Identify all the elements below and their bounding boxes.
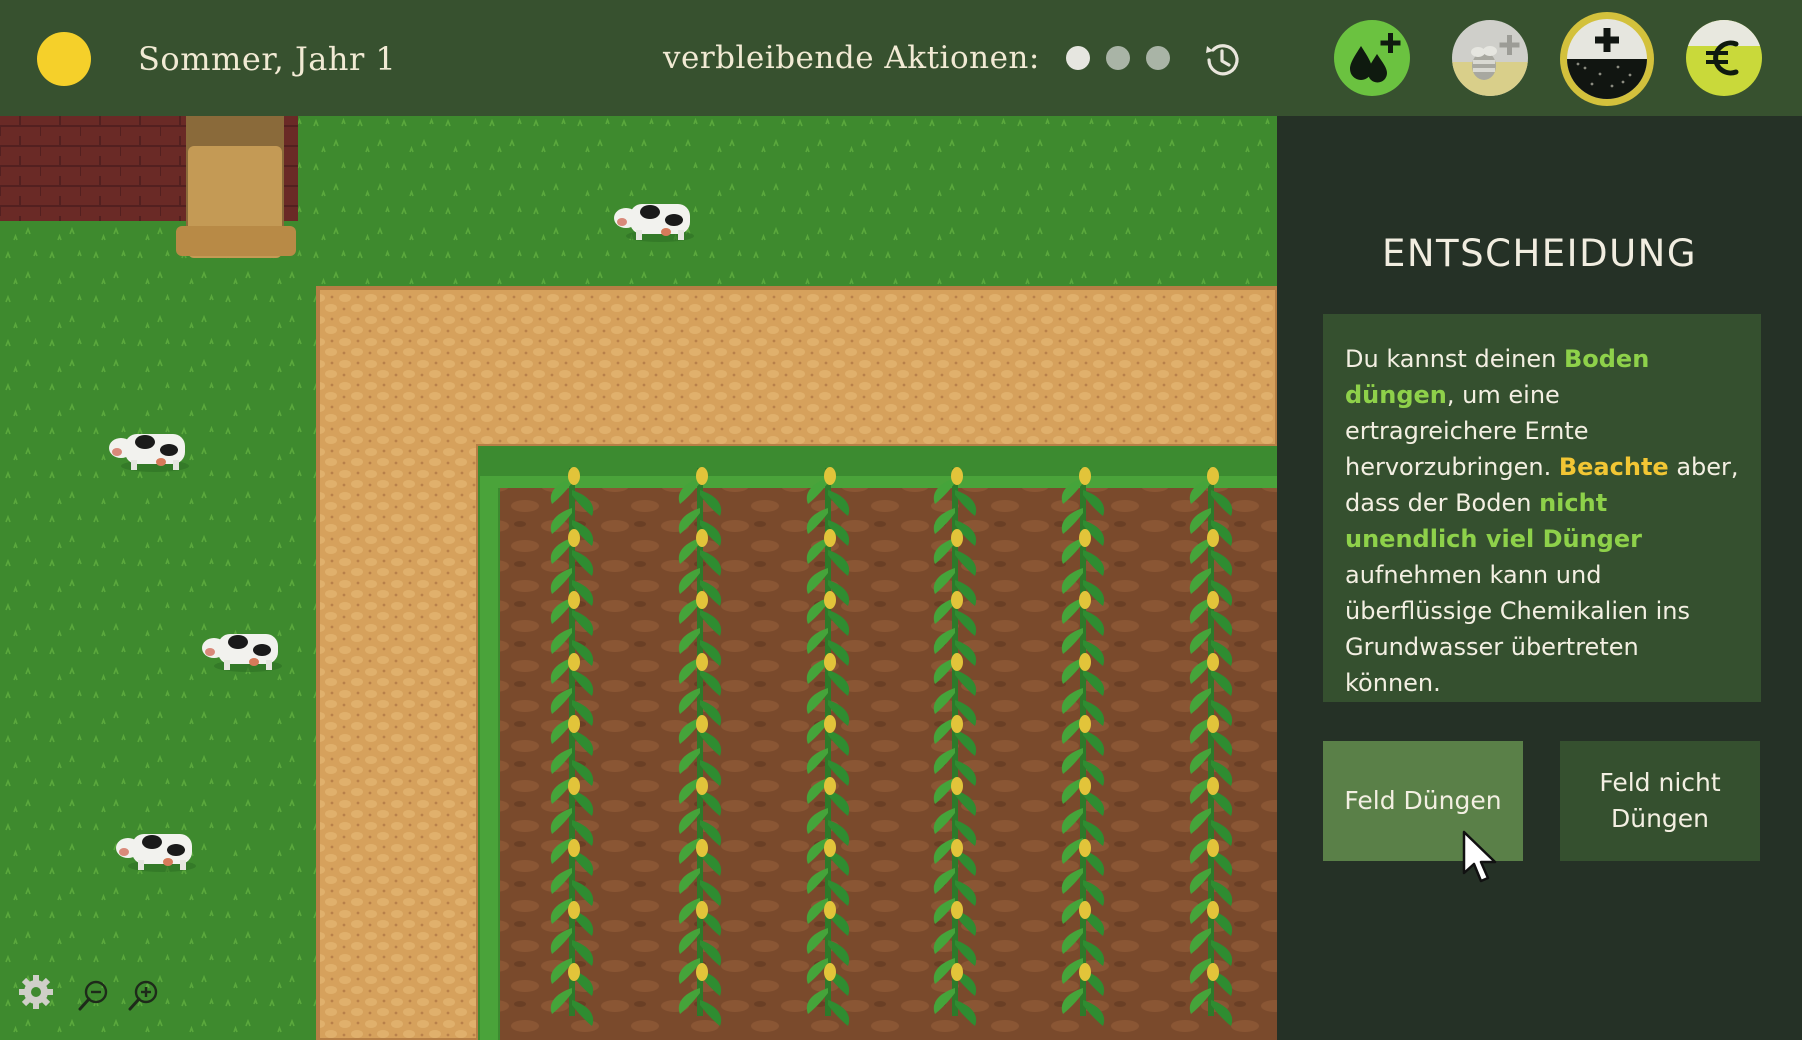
info-text-part: aufnehmen kann und überflüssige Chemikal…: [1345, 561, 1690, 697]
action-dot: [1066, 46, 1090, 70]
info-box: Du kannst deinen Boden düngen, um eine e…: [1323, 314, 1761, 702]
zoom-in-icon[interactable]: [126, 978, 162, 1014]
bee-resource-button[interactable]: [1452, 20, 1528, 96]
season-label: Sommer, Jahr 1: [138, 40, 397, 78]
info-text-part: Du kannst deinen: [1345, 345, 1564, 373]
water-drops-plus-icon: [1350, 33, 1401, 83]
euro-icon: [1686, 20, 1762, 76]
info-text: Du kannst deinen Boden düngen, um eine e…: [1345, 341, 1739, 701]
soil-plus-icon: [1567, 19, 1647, 99]
remaining-actions-label: verbleibende Aktionen:: [663, 40, 1040, 76]
highlight-note: Beachte: [1558, 453, 1669, 481]
top-bar: Sommer, Jahr 1 verbleibende Aktionen:: [0, 0, 1802, 116]
sun-icon: [37, 32, 91, 86]
panel-title: ENTSCHEIDUNG: [1381, 232, 1697, 275]
soil-resource-button[interactable]: [1560, 12, 1654, 106]
water-resource-button[interactable]: [1334, 20, 1410, 96]
farm-map[interactable]: [0, 116, 1277, 1040]
zoom-out-icon[interactable]: [76, 978, 112, 1014]
mouse-cursor-icon: [1462, 830, 1497, 883]
settings-gear-icon[interactable]: [16, 972, 56, 1012]
money-resource-button[interactable]: [1686, 20, 1762, 96]
decision-panel: ENTSCHEIDUNG Du kannst deinen Boden düng…: [1277, 116, 1802, 1040]
bee-plus-icon: [1452, 35, 1528, 96]
action-dot: [1146, 46, 1170, 70]
action-dot: [1106, 46, 1130, 70]
do-not-fertilize-button[interactable]: Feld nicht Düngen: [1560, 741, 1760, 861]
farm-scene: [0, 116, 1277, 1040]
history-icon[interactable]: [1200, 38, 1244, 82]
